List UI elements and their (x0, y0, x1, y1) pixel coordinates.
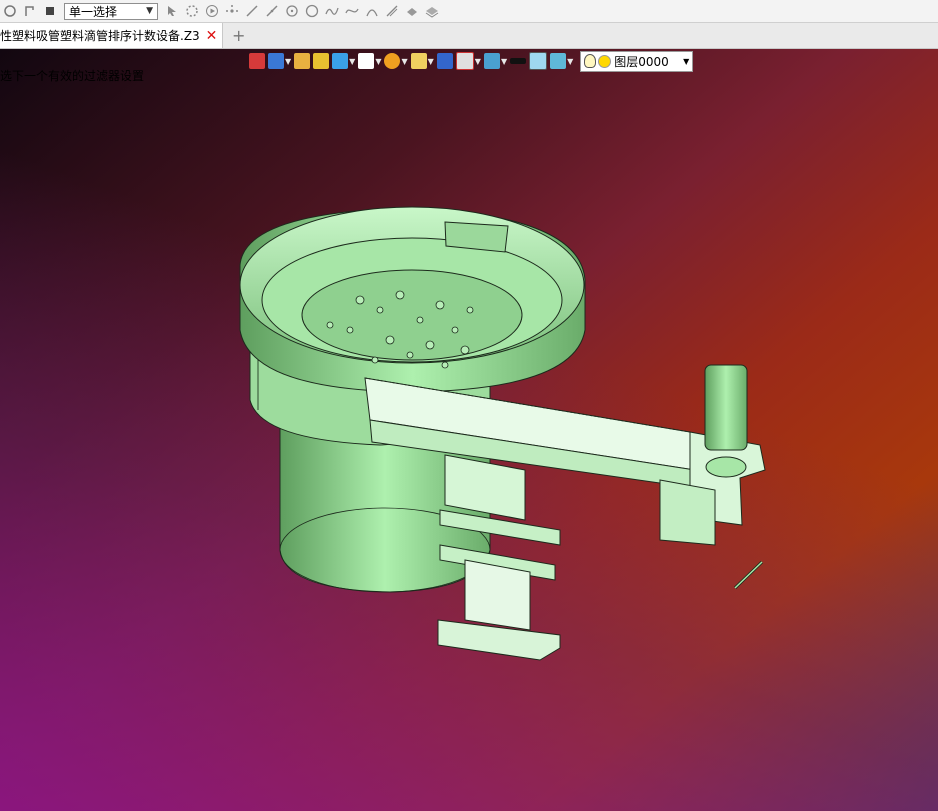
step-icon[interactable] (20, 1, 40, 21)
layer-select[interactable]: 图层0000 ▼ (580, 50, 694, 72)
layer-color-icon (598, 54, 612, 68)
close-icon[interactable]: ✕ (206, 28, 218, 44)
document-tabbar: 性塑料吸管塑料滴管排序计数设备.Z3 ✕ + (0, 23, 938, 49)
shaded-view-button[interactable]: ▼ (332, 50, 355, 72)
face-color-icon (529, 52, 548, 70)
layer-name: 图层0000 (614, 54, 669, 69)
layer-manager-button[interactable]: ▼ (550, 50, 573, 72)
spline-icon[interactable] (322, 1, 342, 21)
arc-icon[interactable] (362, 1, 382, 21)
pencil-icon (294, 53, 311, 69)
chevron-down-icon: ▼ (683, 56, 690, 66)
render-mode-button[interactable]: ▼ (268, 50, 291, 72)
wireframe-view-button[interactable]: ▼ (358, 50, 381, 72)
orient-icon (384, 53, 401, 69)
chevron-down-icon: ▼ (500, 56, 508, 66)
chevron-down-icon: ▼ (567, 56, 574, 66)
status-hint: 选下一个有效的过滤器设置 (0, 69, 145, 83)
color-cube-icon (313, 53, 330, 69)
pan-icon (436, 53, 453, 69)
point-icon[interactable] (222, 1, 242, 21)
cursor-icon[interactable] (162, 1, 182, 21)
section-button[interactable]: ▼ (455, 50, 481, 72)
display-button[interactable]: ▼ (483, 50, 508, 72)
top-toolbar: 单一选择 ▼ (0, 0, 938, 23)
chevron-down-icon: ▼ (349, 56, 356, 66)
pattern-icon[interactable] (402, 1, 422, 21)
exit-icon (249, 53, 265, 69)
pan-button[interactable] (436, 50, 453, 72)
cad-floating-toolbar: ▼ ▼ ▼ ▼ ▼ ▼ ▼ ▼ 图层0000 ▼ (249, 49, 694, 73)
render-mode-icon (268, 53, 284, 69)
white-cube-icon (358, 53, 375, 69)
line-color-button[interactable] (510, 50, 527, 72)
display-icon (483, 53, 500, 69)
zoom-icon (410, 53, 427, 69)
bulb-icon (584, 54, 597, 68)
filter-select-icon[interactable] (182, 1, 202, 21)
zoom-button[interactable]: ▼ (410, 50, 434, 72)
surface-icon[interactable] (422, 1, 442, 21)
document-tab[interactable]: 性塑料吸管塑料滴管排序计数设备.Z3 ✕ (0, 23, 223, 48)
chevron-down-icon: ▼ (375, 56, 382, 66)
chevron-down-icon: ▼ (285, 56, 292, 66)
chevron-down-icon: ▼ (427, 56, 434, 66)
cad-model-vibratory-bowl-feeder[interactable] (0, 49, 938, 811)
stop-icon[interactable] (40, 1, 60, 21)
document-tab-title: 性塑料吸管塑料滴管排序计数设备.Z3 (0, 29, 200, 43)
chevron-down-icon: ▼ (474, 56, 481, 66)
add-tab-button[interactable]: + (232, 26, 245, 45)
sketch-button[interactable] (294, 50, 311, 72)
orient-button[interactable]: ▼ (384, 50, 408, 72)
line2-icon[interactable] (262, 1, 282, 21)
face-color-button[interactable] (529, 50, 548, 72)
circle-center-icon[interactable] (282, 1, 302, 21)
exit-button[interactable] (249, 50, 265, 72)
line-color-icon (510, 58, 527, 64)
section-icon (455, 52, 474, 70)
circle-icon[interactable] (302, 1, 322, 21)
chevron-down-icon: ▼ (401, 56, 408, 66)
curve2-icon[interactable] (382, 1, 402, 21)
rotate-icon[interactable] (0, 1, 20, 21)
curve-icon[interactable] (342, 1, 362, 21)
color-button[interactable] (313, 50, 330, 72)
layers-icon (550, 53, 567, 69)
selection-mode-value: 单一选择 (69, 4, 118, 19)
line-icon[interactable] (242, 1, 262, 21)
play-icon[interactable] (202, 1, 222, 21)
chevron-down-icon: ▼ (146, 6, 153, 16)
selection-mode-select[interactable]: 单一选择 ▼ (64, 2, 158, 20)
shaded-cube-icon (332, 53, 349, 69)
3d-viewport[interactable]: 选下一个有效的过滤器设置 (0, 49, 938, 811)
